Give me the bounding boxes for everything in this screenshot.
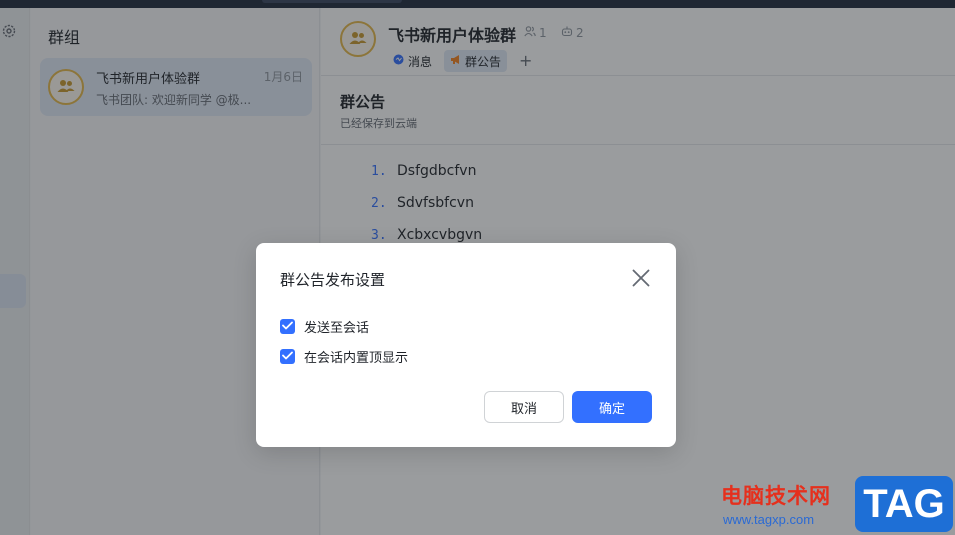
cancel-button[interactable]: 取消 <box>484 391 564 423</box>
pin-in-chat-checkbox[interactable] <box>280 349 295 364</box>
send-to-chat-option[interactable]: 发送至会话 <box>280 317 369 336</box>
confirm-button[interactable]: 确定 <box>572 391 652 423</box>
watermark-tag-logo: TAG <box>855 476 953 532</box>
pin-in-chat-option[interactable]: 在会话内置顶显示 <box>280 347 408 366</box>
send-to-chat-checkbox[interactable] <box>280 319 295 334</box>
watermark-site-name: 电脑技术网 <box>721 484 831 508</box>
pin-in-chat-label: 在会话内置顶显示 <box>304 351 409 366</box>
site-watermark: 电脑技术网 www.tagxp.com TAG <box>717 474 955 535</box>
checkmark-icon <box>282 349 293 364</box>
watermark-url: www.tagxp.com <box>723 512 815 527</box>
close-icon[interactable] <box>630 267 652 289</box>
send-to-chat-label: 发送至会话 <box>304 321 370 336</box>
checkmark-icon <box>282 319 293 334</box>
publish-settings-dialog: 群公告发布设置 发送至会话 在会话内置顶显示 取消 确定 <box>256 243 676 447</box>
dialog-title: 群公告发布设置 <box>280 271 386 289</box>
